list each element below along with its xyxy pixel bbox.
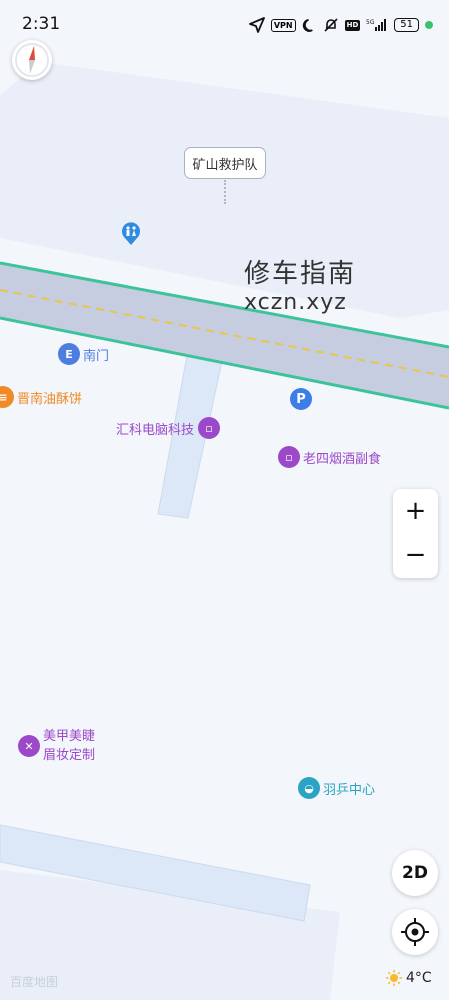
map-logo: 百度地图 xyxy=(10,975,59,989)
signal-icon: 5G xyxy=(366,19,387,31)
map-mode-2d-button[interactable]: 2D xyxy=(392,850,438,896)
weather-temperature: 4°C xyxy=(406,970,432,986)
zoom-out-button[interactable]: − xyxy=(393,533,438,577)
watermark: 修车指南 xczn.xyz xyxy=(244,258,356,316)
sports-icon: ◒ xyxy=(298,777,320,799)
locate-me-button[interactable] xyxy=(392,909,438,955)
food-icon: ≡ xyxy=(0,386,14,408)
zoom-in-button[interactable]: + xyxy=(393,489,438,533)
poi-callout[interactable]: 矿山救护队 xyxy=(184,147,266,179)
shopping-bag-icon: ▫ xyxy=(278,446,300,468)
privacy-dot xyxy=(425,21,433,29)
poi-label: 羽乒中心 xyxy=(323,782,376,798)
zoom-control: + − xyxy=(393,489,438,578)
weather-widget[interactable]: 4°C xyxy=(386,970,432,986)
status-icons: VPN HD 5G 51 xyxy=(248,16,433,34)
shopping-bag-icon: ▫ xyxy=(198,417,221,439)
battery-indicator: 51 xyxy=(394,18,419,32)
poi-beauty-salon[interactable]: ✕ 美甲美睫 眉妆定制 xyxy=(18,727,95,765)
toilet-icon[interactable] xyxy=(120,220,142,246)
bell-off-icon xyxy=(324,18,338,32)
parking-marker[interactable]: P xyxy=(290,388,312,410)
poi-sports-center[interactable]: ◒ 羽乒中心 xyxy=(298,777,375,799)
status-bar: 2:31 VPN HD 5G 51 xyxy=(0,0,449,50)
watermark-title: 修车指南 xyxy=(244,259,357,289)
poi-restaurant[interactable]: ≡ 晋南油酥饼 xyxy=(0,386,82,408)
compass-button[interactable] xyxy=(12,40,52,80)
moon-icon xyxy=(302,18,313,32)
watermark-url: xczn.xyz xyxy=(244,290,347,315)
vpn-badge: VPN xyxy=(270,18,296,32)
compass-icon xyxy=(15,43,49,77)
callout-pointer xyxy=(224,180,226,204)
poi-label: 美甲美睫 xyxy=(43,729,96,744)
status-time: 2:31 xyxy=(22,14,61,34)
poi-computer-shop[interactable]: 汇科电脑科技 ▫ xyxy=(116,417,221,439)
location-arrow-icon xyxy=(248,17,265,33)
poi-south-gate[interactable]: E 南门 xyxy=(58,343,109,365)
hd-badge: HD xyxy=(344,19,361,31)
poi-label: 老四烟酒副食 xyxy=(303,451,382,467)
svg-text:5G: 5G xyxy=(366,19,375,26)
poi-label: 汇科电脑科技 xyxy=(116,422,195,438)
crosshair-icon xyxy=(401,918,429,946)
sun-icon xyxy=(386,970,402,986)
poi-label: 南门 xyxy=(83,348,110,364)
gate-icon: E xyxy=(58,343,80,365)
poi-label-group: 美甲美睫 眉妆定制 xyxy=(43,727,95,765)
poi-label: 眉妆定制 xyxy=(43,748,96,763)
poi-label: 晋南油酥饼 xyxy=(17,391,83,407)
beauty-icon: ✕ xyxy=(18,735,40,757)
poi-liquor-store[interactable]: ▫ 老四烟酒副食 xyxy=(278,446,381,468)
